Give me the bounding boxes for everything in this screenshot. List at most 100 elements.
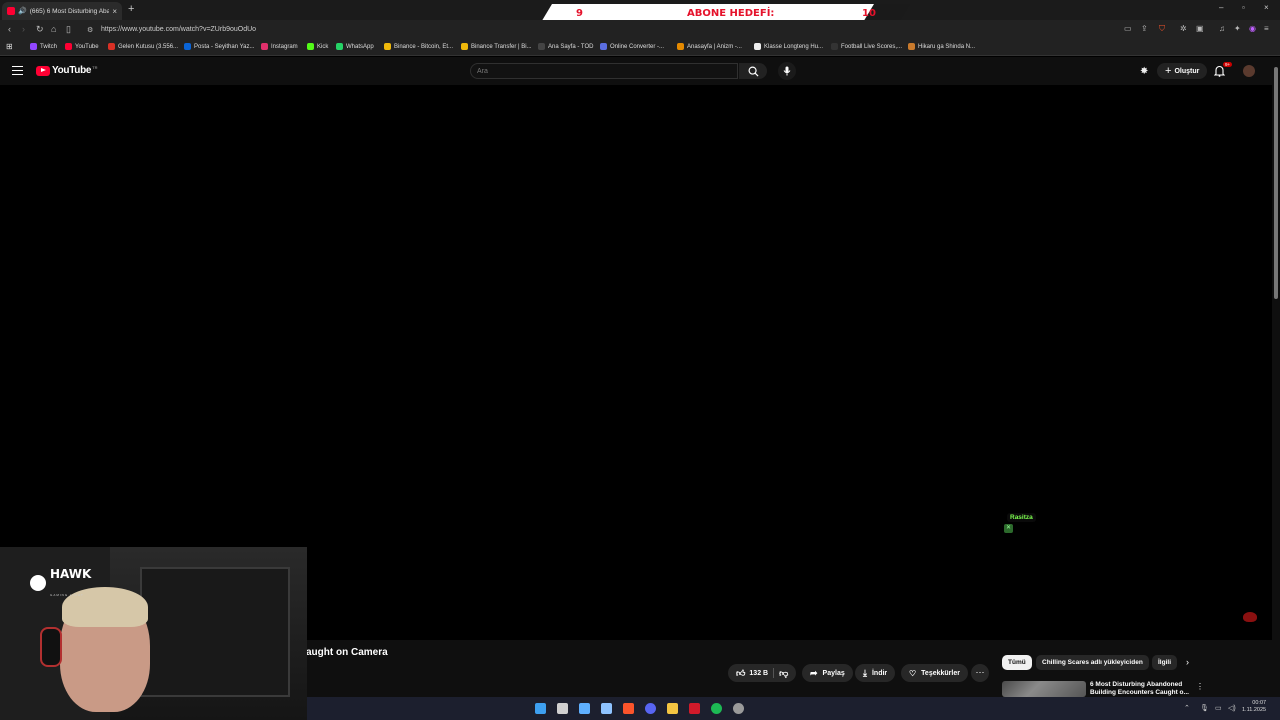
apps-grid-icon[interactable]: ⊞ xyxy=(6,42,13,51)
obs-icon[interactable] xyxy=(733,703,744,714)
account-avatar[interactable] xyxy=(1243,65,1255,77)
chat-overlay-emote-icon: ✕ xyxy=(1004,524,1013,533)
brave-shield-icon[interactable]: ⛉ xyxy=(1159,24,1165,34)
recommended-menu-icon[interactable]: ⋮ xyxy=(1196,682,1204,691)
thanks-button[interactable]: ♡ Teşekkürler xyxy=(901,664,968,682)
browser-tab-active[interactable]: 🔊 (665) 6 Most Disturbing Aband × xyxy=(2,2,122,20)
bookmark-favicon-icon xyxy=(754,43,761,50)
bookmark-item[interactable]: WhatsApp xyxy=(336,43,374,50)
bookmark-favicon-icon xyxy=(677,43,684,50)
copilot-icon[interactable] xyxy=(579,703,590,714)
plus-icon: + xyxy=(1165,65,1172,77)
search-button[interactable] xyxy=(739,63,767,79)
system-clock[interactable]: 00:07 1.11.2025 xyxy=(1242,700,1266,714)
bookmark-item[interactable]: Anasayfa | Anizm -... xyxy=(677,43,742,50)
search-icon xyxy=(748,66,759,77)
minimize-button[interactable]: – xyxy=(1219,3,1223,12)
notifications-button[interactable]: 9+ xyxy=(1213,62,1233,82)
arrow-icon[interactable] xyxy=(601,703,612,714)
red-creature-emote-icon xyxy=(1243,612,1257,622)
puzzle-extension-icon[interactable]: ✸ xyxy=(1140,66,1148,77)
bookmark-item[interactable]: Online Converter -... xyxy=(600,43,664,50)
bookmark-item[interactable]: Binance - Bitcoin, Et... xyxy=(384,43,453,50)
network-icon[interactable]: ▭ xyxy=(1215,704,1222,712)
volume-icon[interactable]: ◁) xyxy=(1228,704,1236,712)
search-input[interactable] xyxy=(477,66,727,76)
bookmark-item[interactable]: Binance Transfer | Bi... xyxy=(461,43,532,50)
download-icon: ⤓ xyxy=(863,667,867,678)
tray-chevron-icon[interactable]: ⌃ xyxy=(1184,704,1190,712)
hawk-logo: HAWK GAMING LIGHT xyxy=(30,565,91,601)
new-tab-button[interactable]: + xyxy=(128,3,134,15)
bookmark-item[interactable]: Gelen Kutusu (3.556... xyxy=(108,43,178,50)
bookmark-favicon-icon xyxy=(384,43,391,50)
extensions-icon[interactable]: ✲ xyxy=(1180,24,1187,33)
leo-icon[interactable]: ✦ xyxy=(1234,24,1241,33)
tab-title: (665) 6 Most Disturbing Aband xyxy=(29,7,110,15)
voice-search-button[interactable] xyxy=(778,62,796,80)
red-app-icon[interactable] xyxy=(689,703,700,714)
cast-icon[interactable]: ▭ xyxy=(1124,24,1132,33)
windows-start-icon[interactable] xyxy=(535,703,546,714)
menu-icon[interactable]: ≡ xyxy=(1264,24,1269,33)
speaker-icon[interactable]: 🔊 xyxy=(18,7,27,15)
window-close-button[interactable]: × xyxy=(1264,3,1269,12)
home-icon[interactable]: ⌂ xyxy=(51,24,56,34)
chip-related[interactable]: İlgili xyxy=(1152,655,1177,670)
youtube-logo[interactable]: YouTube TR xyxy=(36,65,98,76)
bookmark-item[interactable]: Klasse Longteng Hu... xyxy=(754,43,823,50)
bookmark-favicon-icon xyxy=(461,43,468,50)
bookmark-favicon-icon xyxy=(108,43,115,50)
site-info-icon[interactable]: ⚙ xyxy=(87,26,93,34)
discord-icon[interactable] xyxy=(645,703,656,714)
like-button[interactable]: 👍︎ 132 B xyxy=(736,668,768,679)
bookmark-favicon-icon xyxy=(65,43,72,50)
chip-all[interactable]: Tümü xyxy=(1002,655,1032,670)
bookmark-item[interactable]: YouTube xyxy=(65,43,99,50)
bookmark-favicon-icon xyxy=(831,43,838,50)
sidebar-icon[interactable]: ▣ xyxy=(1196,24,1204,33)
hamburger-menu-icon[interactable] xyxy=(12,66,23,75)
back-icon[interactable]: ‹ xyxy=(8,24,11,34)
recommended-title[interactable]: 6 Most Disturbing Abandoned Building Enc… xyxy=(1090,681,1190,697)
streamer-webcam: HAWK GAMING LIGHT xyxy=(0,547,307,720)
bookmark-item[interactable]: Posta - Seyithan Yaz... xyxy=(184,43,254,50)
recommended-thumbnail[interactable] xyxy=(1002,681,1086,697)
bookmark-item[interactable]: Kick xyxy=(307,43,328,50)
folder-icon[interactable] xyxy=(667,703,678,714)
forward-icon[interactable]: › xyxy=(22,24,25,34)
bookmark-item[interactable]: Football Live Scores,... xyxy=(831,43,902,50)
dislike-button[interactable]: 👎︎ xyxy=(779,668,788,679)
media-icon[interactable]: ♫ xyxy=(1219,24,1225,33)
page-scrollbar[interactable] xyxy=(1272,57,1280,697)
more-actions-button[interactable]: ⋯ xyxy=(971,664,989,682)
bell-icon xyxy=(1213,65,1226,77)
bookmark-favicon-icon xyxy=(30,43,37,50)
share-button[interactable]: ➦ Paylaş xyxy=(802,664,853,682)
background-shelf xyxy=(140,567,290,697)
url-field[interactable]: https://www.youtube.com/watch?v=ZUrb9ouO… xyxy=(101,26,256,33)
brave-icon[interactable] xyxy=(623,703,634,714)
bookmark-item[interactable]: Ana Sayfa - TOD xyxy=(538,43,593,50)
bookmarks-bar: ⊞ Twitch YouTube Gelen Kutusu (3.556... Pos… xyxy=(0,40,1280,56)
bookmark-icon[interactable]: ▯ xyxy=(66,24,71,35)
tab-close-icon[interactable]: × xyxy=(112,7,117,16)
goal-target: 10 xyxy=(862,8,876,19)
tray-mic-icon[interactable]: 🎙︎ xyxy=(1200,704,1209,712)
scrollbar-thumb[interactable] xyxy=(1274,67,1278,299)
search-icon[interactable] xyxy=(557,703,568,714)
chevron-right-icon[interactable]: › xyxy=(1186,657,1189,667)
bookmark-item[interactable]: Instagram xyxy=(261,43,298,50)
notification-badge: 9+ xyxy=(1223,62,1233,67)
headset-icon xyxy=(40,627,62,667)
bookmark-item[interactable]: Hikaru ga Shinda N... xyxy=(908,43,975,50)
share-page-icon[interactable]: ⇪ xyxy=(1141,24,1148,33)
download-button[interactable]: ⤓ İndir xyxy=(855,664,896,682)
chip-from-uploader[interactable]: Chilling Scares adlı yükleyiciden xyxy=(1036,655,1149,670)
maximize-button[interactable]: ▫ xyxy=(1242,3,1245,12)
bookmark-item[interactable]: Twitch xyxy=(30,43,57,50)
wallet-icon[interactable]: ◉ xyxy=(1249,24,1256,33)
create-button[interactable]: + Oluştur xyxy=(1157,63,1208,79)
spotify-icon[interactable] xyxy=(711,703,722,714)
reload-icon[interactable]: ↻ xyxy=(36,24,44,35)
